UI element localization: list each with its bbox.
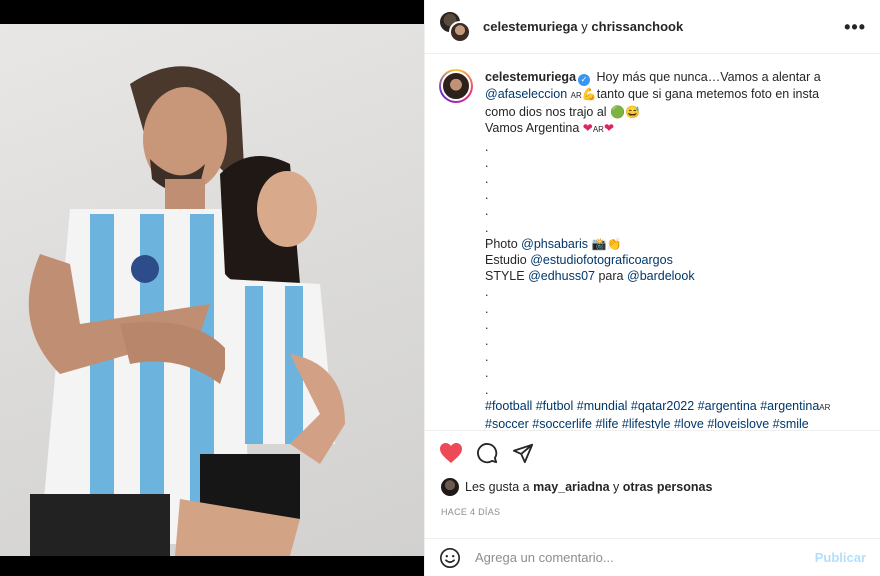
caption-dot: .	[485, 285, 489, 300]
caption-label: Estudio	[485, 253, 527, 268]
post-side-panel: celestemuriega y chrissanchook ••• celes…	[424, 0, 880, 576]
like-button[interactable]	[439, 441, 463, 465]
mention-link[interactable]: @phsabaris	[521, 237, 588, 251]
likes-summary: Les gusta a may_ariadna y otras personas	[441, 478, 864, 496]
heart-filled-icon	[440, 442, 462, 463]
caption-line: Hoy más que nunca…Vamos a alentar a	[596, 70, 821, 84]
caption-dot: .	[485, 172, 489, 187]
caption-dot: .	[485, 139, 489, 154]
post-header: celestemuriega y chrissanchook •••	[425, 0, 880, 54]
more-options-icon[interactable]: •••	[844, 18, 866, 36]
comment-bar: Publicar	[425, 538, 880, 576]
mention-link[interactable]: @estudiofotograficoargos	[530, 253, 673, 267]
caption-dot: .	[485, 188, 489, 203]
likes-joiner: y	[613, 480, 620, 494]
flag-ar-icon: AR	[592, 125, 604, 135]
caption-dot: .	[485, 382, 489, 397]
share-button[interactable]	[511, 441, 535, 465]
caption-dot: .	[485, 334, 489, 349]
username-joiner: y	[581, 19, 588, 34]
collab-usernames: celestemuriega y chrissanchook	[483, 19, 844, 34]
post-actions	[425, 430, 880, 474]
verified-badge-icon: ✓	[578, 74, 591, 86]
hashtag-links[interactable]: #soccer #soccerlife #life #lifestyle #lo…	[485, 417, 809, 429]
mention-link[interactable]: @edhuss07	[528, 269, 595, 283]
green-circle-icon: 🟢	[610, 105, 626, 120]
caption-area: celestemuriega ✓ Hoy más que nunca…Vamos …	[425, 55, 880, 429]
caption-dot: .	[485, 301, 489, 316]
caption-label: Photo	[485, 236, 518, 251]
caption-line: como dios nos trajo al	[485, 105, 607, 120]
username-link[interactable]: chrissanchook	[591, 19, 683, 34]
caption-text: celestemuriega ✓ Hoy más que nunca…Vamos …	[485, 69, 830, 429]
caption-line: tanto que si gana metemos foto en insta	[596, 87, 820, 101]
caption-dot: .	[485, 155, 489, 170]
heart-icon: ❤	[603, 121, 615, 136]
post-media-pane	[0, 0, 424, 576]
caption-dot: .	[485, 204, 489, 219]
hashtag-suffix: AR	[819, 402, 831, 412]
caption-dot: .	[485, 317, 489, 332]
likes-user-link[interactable]: may_ariadna	[533, 480, 609, 494]
comment-button[interactable]	[475, 441, 499, 465]
caption-label: para	[598, 269, 624, 284]
post-timestamp[interactable]: HACE 4 DÍAS	[441, 507, 500, 517]
flexed-arm-icon: 💪	[581, 87, 597, 101]
comment-icon	[477, 442, 498, 463]
caption-dot: .	[485, 366, 489, 381]
comment-input[interactable]	[475, 550, 815, 565]
likes-prefix: Les gusta a	[465, 480, 530, 494]
caption-dot: .	[485, 220, 489, 235]
caption-dot: .	[485, 350, 489, 365]
heart-icon: ❤	[582, 121, 593, 136]
likes-others-link[interactable]: otras personas	[623, 480, 713, 494]
caption-label: STYLE	[485, 269, 525, 284]
mention-link[interactable]: @afaseleccion	[485, 87, 567, 101]
flag-ar-icon: AR	[570, 91, 582, 100]
hashtag-links[interactable]: #football #futbol #mundial #qatar2022 #a…	[485, 399, 819, 413]
post-photo-illustration	[28, 66, 345, 556]
caption-username[interactable]: celestemuriega	[485, 70, 576, 84]
emoji-picker-icon[interactable]	[439, 547, 461, 569]
post-photo[interactable]	[0, 24, 424, 556]
caption-line: Vamos Argentina	[485, 121, 580, 136]
avatar[interactable]	[441, 478, 459, 496]
mention-link[interactable]: @bardelook	[627, 269, 695, 283]
username-link[interactable]: celestemuriega	[483, 19, 578, 34]
camera-clap-icon: 📸👏	[591, 236, 622, 251]
avatar[interactable]	[439, 69, 473, 103]
collab-avatars[interactable]	[439, 10, 471, 43]
send-icon	[512, 443, 534, 463]
sweat-smile-icon: 😅	[625, 105, 640, 120]
avatar[interactable]	[449, 20, 471, 43]
publish-button[interactable]: Publicar	[815, 550, 866, 565]
